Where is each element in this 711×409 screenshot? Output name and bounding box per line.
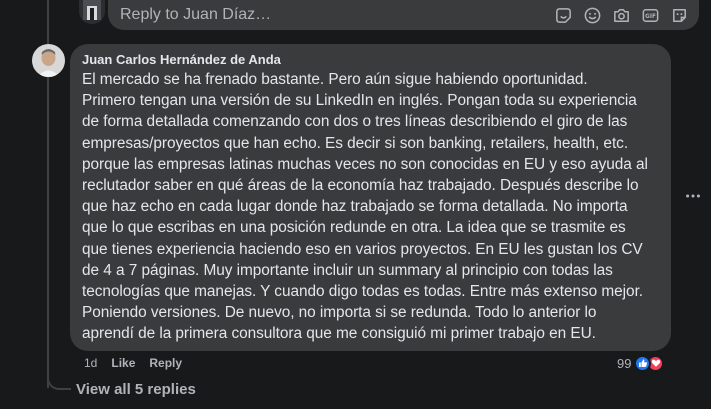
comment-thread: Reply to Juan Díaz… GIF Juan Carlos Hern… <box>0 0 711 409</box>
gif-icon[interactable]: GIF <box>640 5 660 25</box>
comment-line: que lo que escribas en una posición redu… <box>82 219 626 237</box>
comment-actions: 1d Like Reply <box>84 355 182 371</box>
sticker-icon[interactable] <box>553 5 573 25</box>
comment-body: El mercado se ha frenado bastante. Pero … <box>82 69 659 345</box>
reaction-count: 99 <box>617 355 632 371</box>
more-options-button[interactable] <box>683 186 703 206</box>
author-avatar[interactable] <box>32 44 65 77</box>
comment-timestamp[interactable]: 1d <box>84 356 97 370</box>
comment-bubble: Juan Carlos Hernández de Anda El mercado… <box>70 44 671 351</box>
like-button[interactable]: Like <box>111 356 135 370</box>
svg-text:GIF: GIF <box>645 13 656 19</box>
comment-author[interactable]: Juan Carlos Hernández de Anda <box>82 52 659 68</box>
ellipsis-icon <box>686 194 700 198</box>
comment-line: aprendí de la primera consultora que me … <box>82 325 596 343</box>
comment-line: que tienes experiencia haciendo eso en v… <box>82 240 643 258</box>
reaction-summary[interactable]: 99 <box>617 353 665 373</box>
comment-line: tecnologías que manejas. Y cuando digo t… <box>82 283 644 301</box>
comment-line: reclutador saber en qué áreas de la econ… <box>82 177 639 195</box>
sticker-alt-icon[interactable] <box>669 5 689 25</box>
comment-line: empresas/proyectos que han echo. Es deci… <box>82 134 629 152</box>
comment-line: El mercado se ha frenado bastante. Pero … <box>82 71 588 88</box>
reply-input[interactable]: Reply to Juan Díaz… GIF <box>108 0 699 30</box>
comment-line: porque las empresas latinas muchas veces… <box>82 155 648 173</box>
reply-toolbar: GIF <box>553 5 689 25</box>
reply-avatar <box>79 0 105 24</box>
view-all-replies-link[interactable]: View all 5 replies <box>76 381 196 398</box>
comment-line: de 4 a 7 páginas. Muy importante incluir… <box>82 261 613 279</box>
comment-line: que haz echo en cada lugar donde haz tra… <box>82 198 628 216</box>
comment-line: de forma detallada comenzando con dos o … <box>82 113 628 131</box>
like-icon <box>634 354 652 372</box>
emoji-icon[interactable] <box>582 5 602 25</box>
comment-line: Poniendo versiones. De nuevo, no importa… <box>82 304 597 322</box>
comment-line: Primero tengan una versión de su LinkedI… <box>82 92 637 110</box>
reply-placeholder: Reply to Juan Díaz… <box>120 6 272 23</box>
camera-icon[interactable] <box>611 5 631 25</box>
thread-branch <box>47 372 71 390</box>
reply-button[interactable]: Reply <box>149 356 182 370</box>
